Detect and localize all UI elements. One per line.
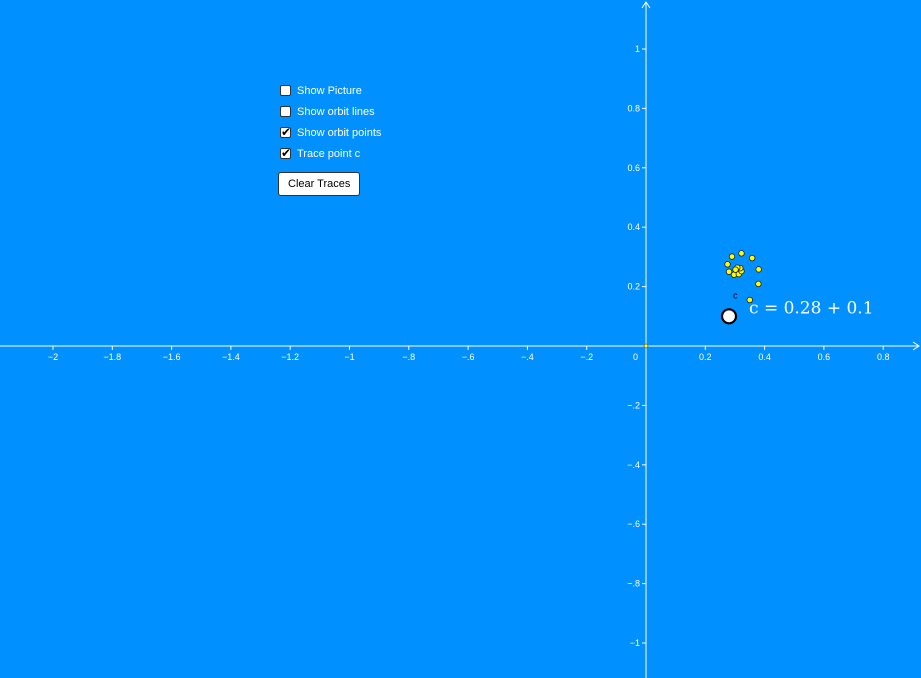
checkbox-label[interactable]: Trace point c <box>297 148 360 160</box>
checkbox-show-orbit-points[interactable]: ✔ Show orbit points <box>280 122 381 143</box>
x-tick-label: −1.2 <box>281 352 299 362</box>
point-c-name: c <box>733 290 738 300</box>
origin-label: 0 <box>633 352 638 362</box>
x-tick-label: 0.8 <box>877 352 890 362</box>
checkbox-box[interactable] <box>280 85 291 96</box>
x-tick-label: −2 <box>48 352 58 362</box>
y-tick-label: 1 <box>635 44 640 54</box>
coordinate-axes: −2 −1.8 −1.6 −1.4 −1.2 −1 −.8 −.6 −.4 −.2 0.2 0.4 0.… <box>0 1 920 678</box>
orbit-point <box>748 254 756 262</box>
point-c-expression: c = 0.28 + 0.1 <box>749 298 874 318</box>
x-tick-label: 0.4 <box>758 352 771 362</box>
checkbox-label[interactable]: Show Picture <box>297 85 362 97</box>
x-tick-label: −1.6 <box>163 352 181 362</box>
y-tick-label: −1 <box>630 638 640 648</box>
x-tick-label: 0.2 <box>699 352 712 362</box>
check-icon: ✔ <box>281 125 292 139</box>
x-tick-label: −.6 <box>462 352 475 362</box>
x-tick-label: −1.4 <box>222 352 240 362</box>
orbit-point <box>725 268 733 275</box>
y-tick-label: 0.4 <box>627 222 640 232</box>
orbit-point <box>732 266 739 273</box>
orbit-point <box>728 253 736 260</box>
checkbox-show-orbit-lines[interactable]: Show orbit lines <box>280 101 381 122</box>
checkbox-trace-point-c[interactable]: ✔ Trace point c <box>280 143 381 164</box>
y-tick-label: 0.2 <box>627 282 640 292</box>
y-tick-label: −.4 <box>627 460 640 470</box>
y-tick-label: −.2 <box>627 400 640 410</box>
check-icon: ✔ <box>281 146 292 160</box>
x-tick-label: −1.8 <box>103 352 121 362</box>
checkbox-box[interactable]: ✔ <box>280 146 292 160</box>
orbit-point <box>755 266 762 273</box>
y-tick-label: −.6 <box>627 519 640 529</box>
checkbox-show-picture[interactable]: Show Picture <box>280 80 381 101</box>
x-tick-label: −.4 <box>521 352 534 362</box>
checkbox-box[interactable]: ✔ <box>280 125 292 139</box>
x-tick-label: −.8 <box>402 352 415 362</box>
y-tick-label: −.8 <box>627 579 640 589</box>
graphics-view[interactable]: −2 −1.8 −1.6 −1.4 −1.2 −1 −.8 −.6 −.4 −.2 0.2 0.4 0.… <box>0 0 921 678</box>
orbit-point <box>755 280 762 288</box>
point-c[interactable] <box>720 308 738 325</box>
x-tick-label: 0.6 <box>818 352 831 362</box>
checkbox-label[interactable]: Show orbit points <box>297 127 381 139</box>
orbit-points <box>724 250 762 304</box>
checkbox-label[interactable]: Show orbit lines <box>297 106 375 118</box>
point-c-group[interactable]: c c = 0.28 + 0.1 <box>720 290 874 325</box>
origin-point <box>643 343 649 349</box>
orbit-point <box>738 250 745 257</box>
x-tick-label: −1 <box>344 352 354 362</box>
checkbox-box[interactable] <box>280 106 291 117</box>
y-tick-label: 0.8 <box>627 103 640 113</box>
clear-traces-button[interactable]: Clear Traces <box>278 172 361 196</box>
y-tick-label: 0.6 <box>627 163 640 173</box>
x-tick-label: −.2 <box>580 352 593 362</box>
orbit-point <box>724 261 731 268</box>
control-panel: Show Picture Show orbit lines ✔ Show orb… <box>278 80 381 196</box>
